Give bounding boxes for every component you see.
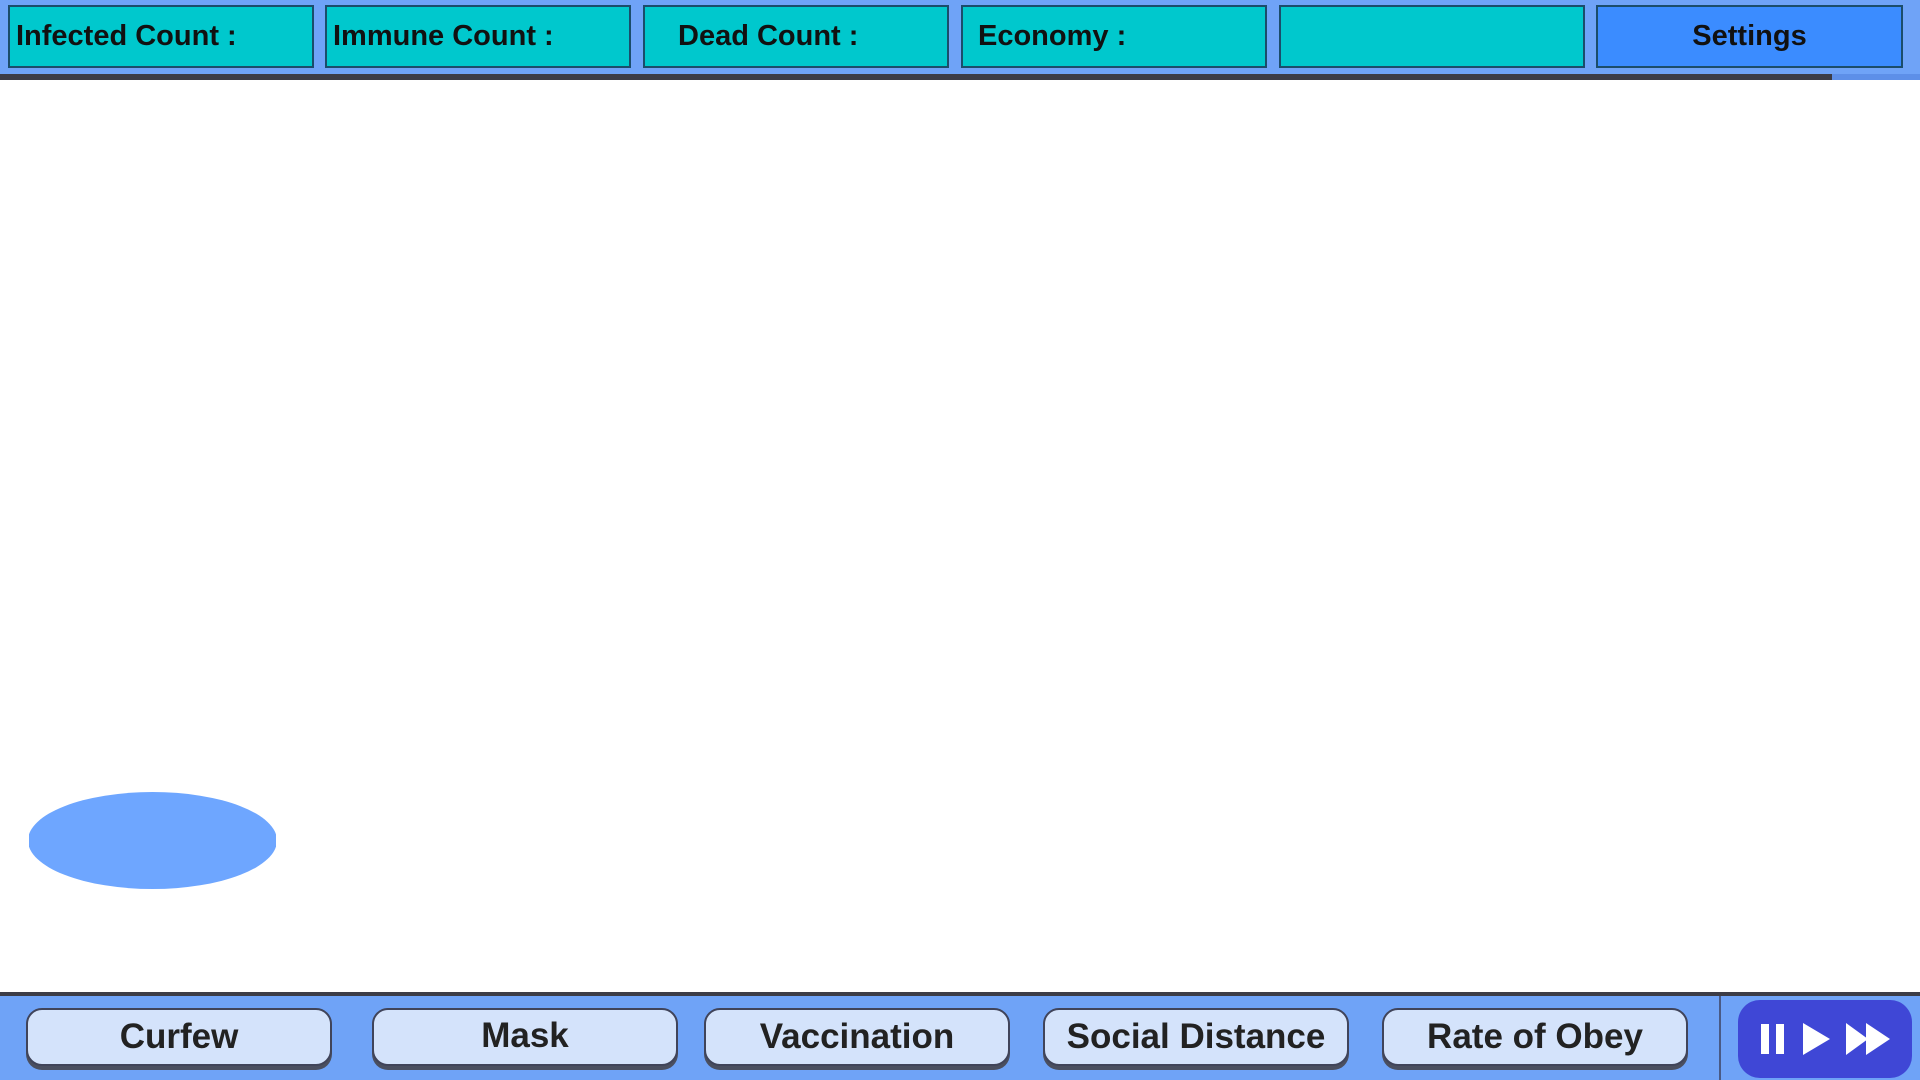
curfew-button[interactable]: Curfew (26, 1008, 332, 1066)
social-distance-button[interactable]: Social Distance (1043, 1008, 1349, 1066)
fast-forward-icon (1846, 1023, 1890, 1055)
settings-button[interactable]: Settings (1596, 5, 1903, 68)
infected-count-label: Infected Count : (16, 20, 237, 52)
bottom-divider (1719, 996, 1721, 1080)
rate-of-obey-button[interactable]: Rate of Obey (1382, 1008, 1688, 1066)
immune-count-label: Immune Count : (333, 20, 554, 52)
mask-button[interactable]: Mask (372, 1008, 678, 1066)
settings-label: Settings (1692, 20, 1807, 52)
curfew-label: Curfew (119, 1017, 239, 1056)
zone-ellipse[interactable] (29, 792, 276, 889)
pause-icon (1761, 1024, 1784, 1054)
rate-of-obey-label: Rate of Obey (1427, 1017, 1643, 1056)
empty-stat-panel (1279, 5, 1585, 68)
vaccination-label: Vaccination (759, 1017, 955, 1056)
speed-controls (1738, 1000, 1912, 1078)
vaccination-button[interactable]: Vaccination (704, 1008, 1010, 1066)
infected-count-panel: Infected Count : (8, 5, 314, 68)
dead-count-panel: Dead Count : (643, 5, 949, 68)
economy-label: Economy : (978, 20, 1127, 52)
immune-count-panel: Immune Count : (325, 5, 631, 68)
mask-label: Mask (481, 1016, 569, 1055)
play-button[interactable] (1800, 1021, 1832, 1057)
game-screen: Infected Count : Immune Count : Dead Cou… (0, 0, 1920, 1080)
pause-button[interactable] (1758, 1022, 1788, 1056)
dead-count-label: Dead Count : (678, 20, 859, 52)
social-distance-label: Social Distance (1066, 1017, 1326, 1056)
top-bar-accent (1832, 74, 1920, 80)
economy-panel: Economy : (961, 5, 1267, 68)
fast-forward-button[interactable] (1844, 1021, 1892, 1057)
simulation-area[interactable] (0, 86, 1920, 992)
stats-bar: Infected Count : Immune Count : Dead Cou… (0, 0, 1920, 80)
play-icon (1803, 1023, 1830, 1055)
policy-bar: Curfew Mask Vaccination Social Distance … (0, 992, 1920, 1080)
